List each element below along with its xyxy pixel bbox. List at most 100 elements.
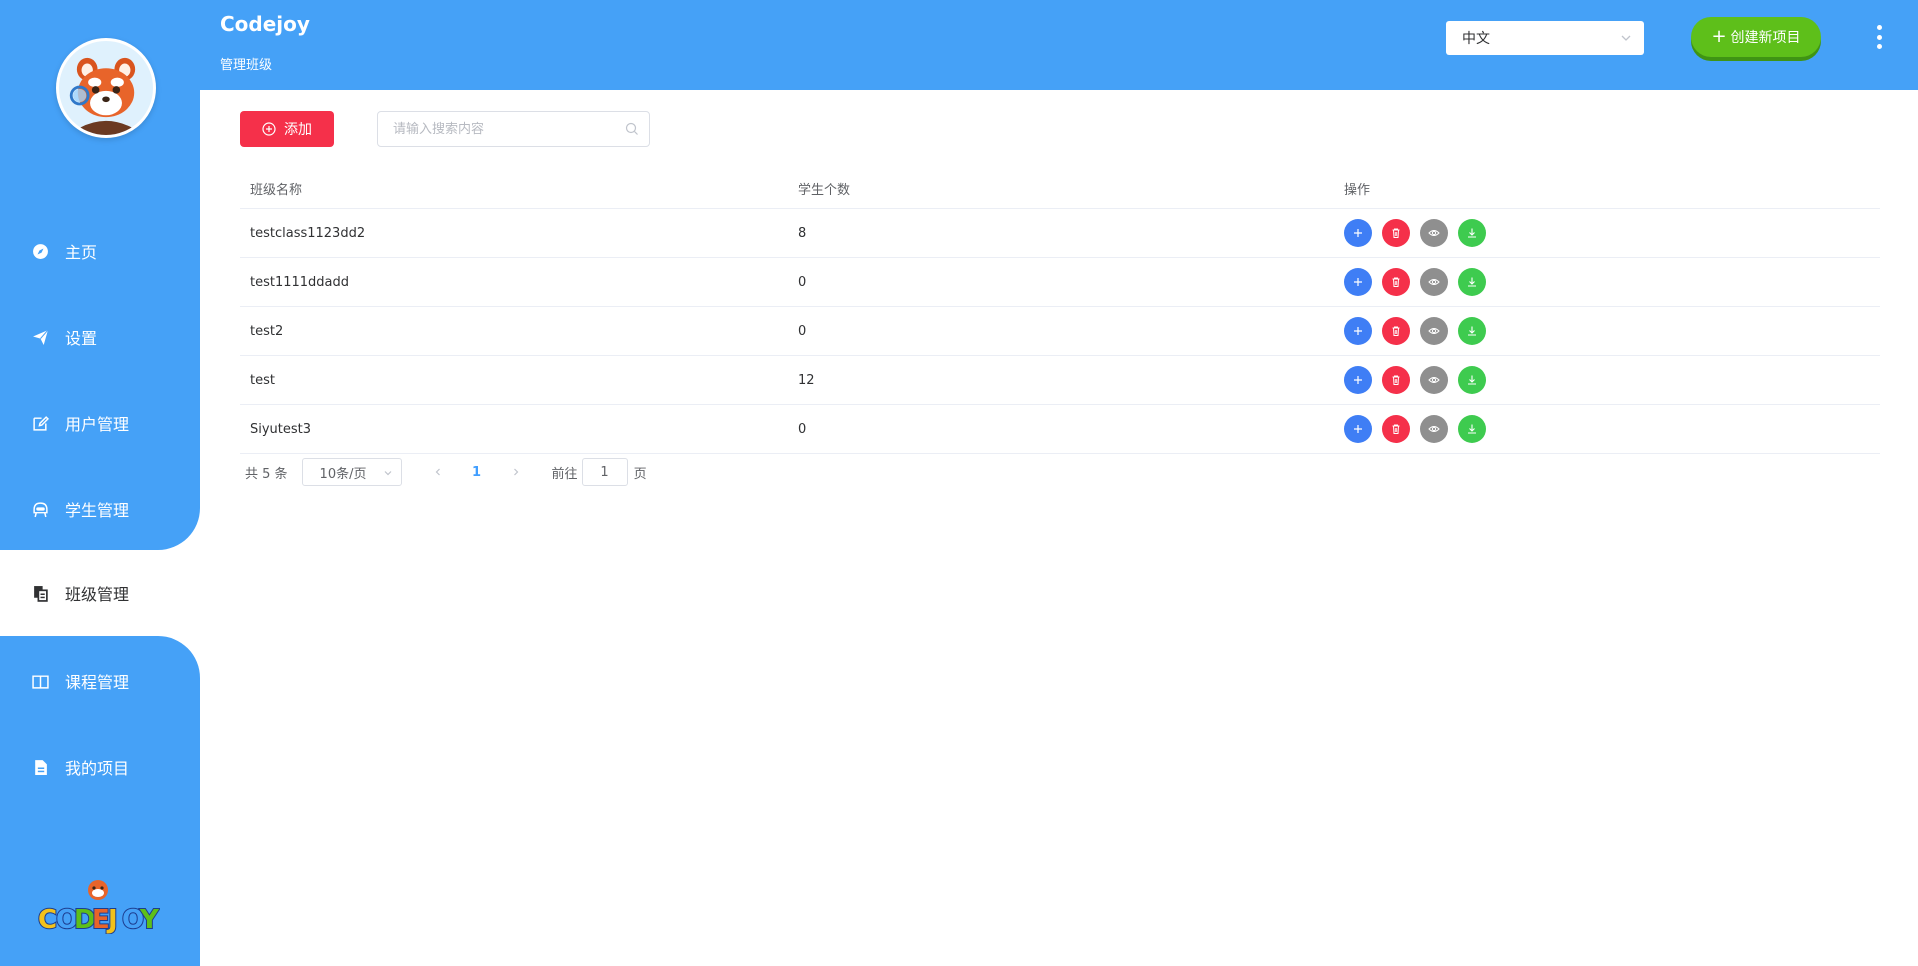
- book-icon: [30, 671, 50, 691]
- edit-icon: [30, 413, 50, 433]
- search-input[interactable]: [378, 112, 608, 146]
- delete-icon: [1392, 277, 1400, 287]
- delete-class-button[interactable]: [1382, 415, 1410, 443]
- add-student-button[interactable]: [1344, 317, 1372, 345]
- page-title: 管理班级: [220, 58, 273, 73]
- add-student-button[interactable]: [1344, 268, 1372, 296]
- search-icon[interactable]: [625, 122, 639, 136]
- student-count-cell: 0: [798, 421, 807, 437]
- sidebar-item-label: 课程管理: [65, 673, 130, 692]
- language-select[interactable]: 中文: [1446, 21, 1644, 55]
- add-icon: [1354, 425, 1362, 433]
- goto-label: 前往: [551, 466, 578, 482]
- add-icon: [1354, 278, 1362, 286]
- page-size-value: 10条/页: [319, 466, 367, 482]
- student-count-cell: 12: [798, 372, 815, 388]
- actions-cell: [1344, 405, 1496, 453]
- add-student-button[interactable]: [1344, 415, 1372, 443]
- sidebar-item-label: 学生管理: [65, 501, 130, 520]
- view-icon: [1428, 328, 1440, 334]
- download-icon: [1468, 228, 1476, 238]
- download-class-button[interactable]: [1458, 219, 1486, 247]
- class-name-cell: test1111ddadd: [250, 274, 350, 290]
- actions-cell: [1344, 356, 1496, 404]
- view-icon: [1428, 230, 1440, 236]
- header: Codejoy 管理班级 中文 + 创建新项目: [200, 0, 1918, 90]
- table-row: Siyutest3 0: [240, 405, 1880, 454]
- table-row: testclass1123dd2 8: [240, 209, 1880, 258]
- sidebar-item-user-management[interactable]: 用户管理: [0, 380, 200, 466]
- sidebar-item-student-management[interactable]: 学生管理: [0, 466, 200, 552]
- view-class-button[interactable]: [1420, 366, 1448, 394]
- view-class-button[interactable]: [1420, 219, 1448, 247]
- sidebar-item-label: 用户管理: [65, 415, 130, 434]
- avatar[interactable]: [56, 38, 156, 138]
- document-icon: [30, 757, 50, 777]
- add-icon: [1354, 327, 1362, 335]
- add-class-button[interactable]: 添加: [240, 111, 334, 147]
- language-select-value: 中文: [1462, 31, 1490, 47]
- download-class-button[interactable]: [1458, 317, 1486, 345]
- chevron-right-icon: [513, 468, 518, 476]
- more-vertical-icon[interactable]: [1871, 25, 1887, 49]
- class-name-cell: Siyutest3: [250, 421, 312, 437]
- class-table: 班级名称 学生个数 操作 testclass1123dd2 8 test1111dd…: [240, 168, 1880, 454]
- sidebar-item-home[interactable]: 主页: [0, 208, 200, 294]
- table-header-row: 班级名称 学生个数 操作: [240, 168, 1880, 209]
- create-project-button[interactable]: + 创建新项目: [1691, 17, 1821, 57]
- plus-circle-icon: [262, 122, 276, 136]
- sidebar-item-settings[interactable]: 设置: [0, 294, 200, 380]
- view-icon: [1428, 377, 1440, 383]
- svg-text:Y: Y: [139, 905, 160, 934]
- view-icon: [1428, 426, 1440, 432]
- class-name-cell: test2: [250, 323, 284, 339]
- sidebar-item-my-projects[interactable]: 我的项目: [0, 724, 200, 810]
- pagination-total: 共 5 条: [245, 466, 288, 482]
- prev-page-button[interactable]: [424, 458, 452, 486]
- add-student-button[interactable]: [1344, 366, 1372, 394]
- view-class-button[interactable]: [1420, 317, 1448, 345]
- actions-cell: [1344, 209, 1496, 257]
- add-icon: [1354, 229, 1362, 237]
- delete-class-button[interactable]: [1382, 317, 1410, 345]
- goto-unit: 页: [633, 466, 647, 482]
- search-field[interactable]: [377, 111, 650, 147]
- sidebar-item-label: 我的项目: [65, 759, 130, 778]
- download-icon: [1468, 375, 1476, 385]
- view-class-button[interactable]: [1420, 268, 1448, 296]
- sidebar-item-class-management[interactable]: 班级管理: [0, 550, 200, 636]
- download-class-button[interactable]: [1458, 366, 1486, 394]
- compass-icon: [30, 241, 50, 261]
- app-title: Codejoy: [220, 12, 310, 36]
- student-count-cell: 0: [798, 323, 807, 339]
- page-size-select[interactable]: 10条/页: [301, 458, 402, 486]
- next-page-button[interactable]: [502, 458, 530, 486]
- delete-class-button[interactable]: [1382, 268, 1410, 296]
- student-count-cell: 0: [798, 274, 807, 290]
- student-icon: [30, 499, 50, 519]
- student-count-cell: 8: [798, 225, 807, 241]
- table-row: test 12: [240, 356, 1880, 405]
- svg-text:C: C: [38, 905, 57, 934]
- sidebar-item-label: 班级管理: [65, 585, 130, 604]
- column-header-class-name: 班级名称: [250, 182, 303, 198]
- class-icon: [30, 583, 50, 603]
- page-number-current[interactable]: 1: [452, 465, 502, 480]
- delete-class-button[interactable]: [1382, 366, 1410, 394]
- delete-class-button[interactable]: [1382, 219, 1410, 247]
- actions-cell: [1344, 307, 1496, 355]
- download-class-button[interactable]: [1458, 415, 1486, 443]
- class-name-cell: test: [250, 372, 275, 388]
- delete-icon: [1392, 375, 1400, 385]
- view-class-button[interactable]: [1420, 415, 1448, 443]
- download-icon: [1468, 277, 1476, 287]
- delete-icon: [1392, 424, 1400, 434]
- goto-page-input[interactable]: [581, 458, 628, 486]
- class-name-cell: testclass1123dd2: [250, 225, 366, 241]
- download-icon: [1468, 326, 1476, 336]
- add-student-button[interactable]: [1344, 219, 1372, 247]
- download-class-button[interactable]: [1458, 268, 1486, 296]
- add-icon: [1354, 376, 1362, 384]
- chevron-down-icon: [1621, 35, 1631, 41]
- sidebar-item-course-management[interactable]: 课程管理: [0, 638, 200, 724]
